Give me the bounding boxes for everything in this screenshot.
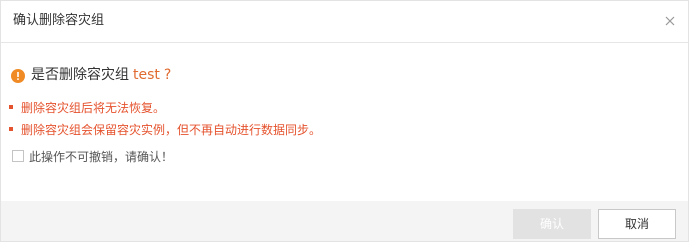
group-name: test: [133, 67, 160, 83]
confirm-checkbox-row[interactable]: 此操作不可撤销，请确认！: [12, 147, 173, 165]
close-icon[interactable]: [662, 13, 678, 29]
bullet-icon: [9, 105, 13, 109]
warning-text: 删除容灾组会保留容灾实例，但不再自动进行数据同步。: [21, 122, 322, 137]
warning-list: 删除容灾组后将无法恢复。 删除容灾组会保留容灾实例，但不再自动进行数据同步。: [9, 97, 321, 141]
dialog-footer: 确认 取消: [1, 201, 688, 241]
warning-icon: [11, 68, 25, 83]
delete-disaster-group-dialog: 确认删除容灾组 是否删除容灾组 test ? 删除容灾组后将无法恢复。 删除容灾…: [0, 0, 689, 242]
cancel-button[interactable]: 取消: [598, 209, 676, 239]
dialog-header: 确认删除容灾组: [1, 1, 688, 43]
bullet-icon: [9, 127, 13, 131]
confirm-label: 此操作不可撤销，请确认！: [29, 149, 174, 164]
confirm-checkbox[interactable]: [12, 150, 24, 162]
question-prefix: 是否删除容灾组: [31, 67, 129, 83]
warning-text: 删除容灾组后将无法恢复。: [21, 100, 166, 115]
warning-item: 删除容灾组后将无法恢复。: [9, 97, 321, 117]
delete-question: 是否删除容灾组 test ?: [11, 64, 171, 86]
question-suffix: ?: [163, 67, 172, 83]
warning-item: 删除容灾组会保留容灾实例，但不再自动进行数据同步。: [9, 119, 321, 139]
confirm-button[interactable]: 确认: [513, 209, 591, 239]
dialog-body: 是否删除容灾组 test ? 删除容灾组后将无法恢复。 删除容灾组会保留容灾实例…: [1, 43, 688, 201]
dialog-title: 确认删除容灾组: [13, 13, 105, 28]
